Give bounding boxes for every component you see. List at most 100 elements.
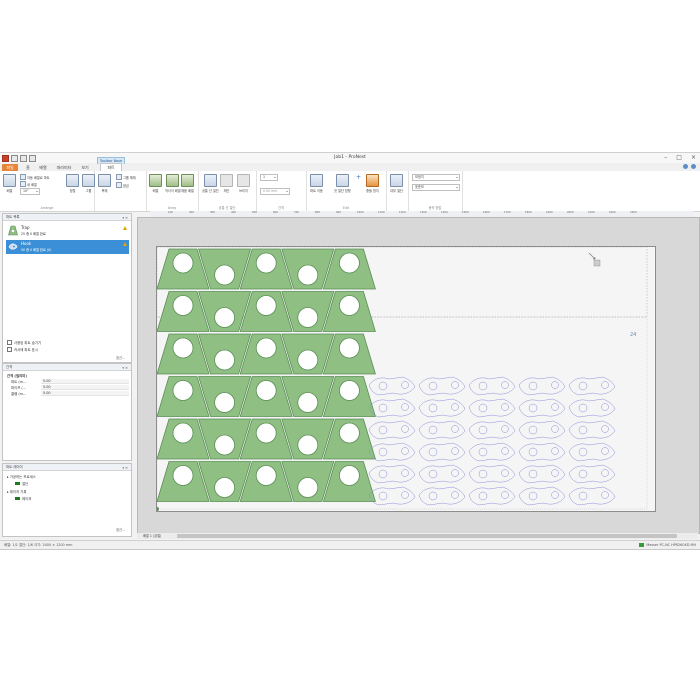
tab-file[interactable]: 파일 <box>2 164 18 171</box>
bridge-button[interactable]: 브리지 <box>237 174 250 193</box>
trap-hole <box>338 295 360 316</box>
hook-hole <box>528 469 538 479</box>
trap-hole <box>172 380 194 401</box>
hook-hole <box>378 403 388 413</box>
parts-options-link[interactable]: 옵션... <box>116 355 125 360</box>
view-select-2[interactable]: 표준보 <box>412 184 460 191</box>
layers-options-link[interactable]: 옵션... <box>116 527 125 532</box>
rect-array-button[interactable]: 직사각 배열 <box>165 174 181 193</box>
maximize-icon[interactable]: □ <box>676 154 682 161</box>
hook-hole <box>428 469 438 479</box>
lock-icon <box>116 182 122 188</box>
hook-part <box>418 464 466 484</box>
pin-icon[interactable]: ▾ ✕ <box>122 365 128 371</box>
lock-button[interactable]: 잠금 <box>116 182 129 188</box>
layer-process[interactable]: ▸ 가공하는 프로세스 <box>7 474 36 480</box>
tab-parameters[interactable]: 파라미터 <box>54 164 74 171</box>
align-button[interactable]: 정렬 <box>66 174 79 193</box>
bridge-icon <box>237 174 250 187</box>
new-nest-button[interactable]: 새 배열 <box>20 181 37 187</box>
fill-array-button[interactable]: 채움 배열 <box>181 174 194 193</box>
help-icon[interactable] <box>691 164 696 169</box>
hook-hole <box>428 425 438 435</box>
hook-hole <box>478 425 488 435</box>
ruler-tick: 1600 <box>483 211 490 214</box>
close-icon[interactable]: × <box>691 154 696 161</box>
hook-part <box>518 486 566 506</box>
ruler-tick: 2100 <box>588 211 595 214</box>
trap-hole <box>297 477 319 498</box>
ruler-tick: 400 <box>231 211 236 214</box>
hook-part <box>468 376 516 396</box>
spacing-mm-input[interactable]: 0.00 mm <box>260 188 290 195</box>
status-info: 배열: 1/1 절단: 1/6 크기: 2400 × 1200 mm <box>4 543 73 547</box>
horizontal-scrollbar[interactable]: 배열 1 (강철) <box>137 533 698 539</box>
nest-button[interactable]: 배열 <box>3 174 16 193</box>
view-select-1[interactable]: 보정치 <box>412 174 460 181</box>
nest-icon <box>3 174 16 187</box>
common-line-button[interactable]: 공통 선 절단 <box>202 174 219 193</box>
ribbon-group-spacing: 1 0.00 mm 간격 <box>256 171 307 211</box>
pin-icon[interactable]: ▾ ✕ <box>122 465 128 471</box>
tab-home[interactable]: 홈 <box>22 164 34 171</box>
ruler-tick: 1400 <box>441 211 448 214</box>
ribbon-group-inner: 내부 절단 <box>386 171 409 211</box>
ruler-tick: 1300 <box>420 211 427 214</box>
tab-view[interactable]: 보기 <box>78 164 92 171</box>
tab-nest[interactable]: 배열 <box>36 164 50 171</box>
hook-hole <box>551 425 559 433</box>
hook-part <box>368 486 416 506</box>
spacing-count-select[interactable]: 1 <box>260 174 278 181</box>
layer-laser[interactable]: 레이저 <box>15 496 31 501</box>
tab-part[interactable]: 파트 <box>100 163 122 171</box>
ruler-tick: 100 <box>168 211 173 214</box>
spacing-value-clamp[interactable]: 5.00 <box>41 391 129 396</box>
layer-laser-mark[interactable]: ▸ 레이저 기록 <box>7 489 26 495</box>
trap-hole <box>214 392 235 413</box>
ribbon-group-arrange: 배열 자동 배열로 파트 새 배열 10° 정렬 그룹 Arrange <box>0 171 95 211</box>
scroll-thumb[interactable] <box>177 534 677 538</box>
inner-cut-button[interactable]: 내부 절단 <box>390 174 403 193</box>
layer-cut[interactable]: 절단 <box>15 481 28 486</box>
hook-part <box>468 464 516 484</box>
ruler-tick: 1200 <box>399 211 406 214</box>
minimize-icon[interactable]: – <box>664 154 667 161</box>
hook-part <box>568 420 616 440</box>
spacing-panel: 간격 ▾ ✕ 간격 (밀리미) 파트 (m... 5.00 파이프 (... 5… <box>2 363 132 461</box>
part-item-trap[interactable]: Trap 25 중 0 배열 완료 <box>6 224 129 238</box>
options-icon[interactable] <box>683 164 688 169</box>
copy-button[interactable]: 복제 <box>98 174 111 193</box>
machine-status: Messer PC-NC HPR260XD MH <box>639 541 696 549</box>
hook-hole <box>528 447 538 457</box>
hook-part <box>418 442 466 462</box>
warning-icon <box>123 242 127 246</box>
add-button[interactable]: + <box>356 174 361 181</box>
show-part-cursor-checkbox[interactable]: 커서에 파트 표시 <box>7 347 38 352</box>
chain-button[interactable]: 체인 <box>220 174 233 193</box>
move-part-button[interactable]: 파트 이동 <box>310 174 323 193</box>
nest-canvas[interactable]: 24 <box>137 217 700 534</box>
hide-used-parts-checkbox[interactable]: 사용된 파트 숨기기 <box>7 340 41 345</box>
hook-hole <box>428 381 438 391</box>
sheet-tab[interactable]: 배열 1 (강철) <box>143 533 161 539</box>
auto-nest-icon <box>20 174 26 180</box>
hook-part <box>368 398 416 418</box>
cut-order-button[interactable]: 컷 절단 방향 <box>334 174 351 193</box>
hook-hole <box>578 403 588 413</box>
layers-panel: 파트 레이어 ▾ ✕ ▸ 가공하는 프로세스 절단 ▸ 레이저 기록 레이저 옵… <box>2 463 132 537</box>
spacing-value-pipe[interactable]: 5.00 <box>41 385 129 390</box>
spacing-value-part[interactable]: 5.00 <box>41 379 129 384</box>
hook-part <box>568 486 616 506</box>
collision-button[interactable]: 충돌 방지 <box>366 174 379 193</box>
hook-hole <box>528 403 538 413</box>
pin-icon[interactable]: ▾ ✕ <box>122 215 128 221</box>
cursor-icon <box>588 252 601 267</box>
auto-nest-button[interactable]: 자동 배열로 파트 <box>20 174 50 180</box>
part-item-hook[interactable]: Hook 50 중 0 배열 완료 (0) <box>6 240 129 254</box>
ungroup-button[interactable]: 그룹 해제 <box>116 174 136 180</box>
ruler-tick: 900 <box>336 211 341 214</box>
trap-hole <box>297 264 319 286</box>
rotate-select[interactable]: 10° <box>20 188 40 195</box>
spacing-label-clamp: 클램 (m... <box>11 392 27 396</box>
array-button[interactable]: 배열 <box>149 174 162 193</box>
